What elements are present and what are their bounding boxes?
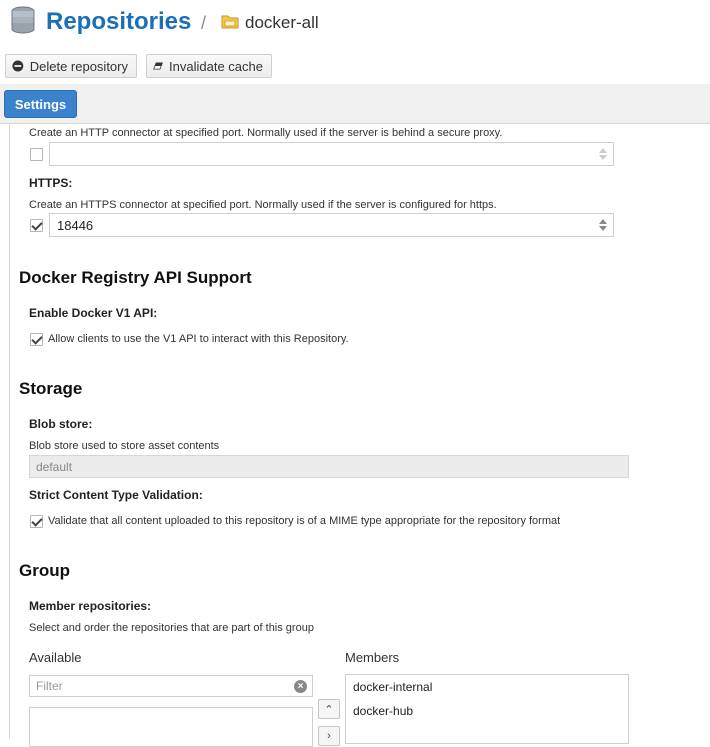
members-list[interactable]: docker-internal docker-hub bbox=[345, 674, 629, 744]
http-connector-checkbox[interactable] bbox=[30, 148, 43, 161]
move-right-button[interactable]: › bbox=[318, 726, 340, 746]
docker-v1-checkbox-label: Allow clients to use the V1 API to inter… bbox=[48, 333, 349, 345]
strict-validation-checkbox-label: Validate that all content uploaded to th… bbox=[48, 515, 561, 527]
https-port-value: 18446 bbox=[57, 217, 94, 233]
available-filter-input[interactable]: Filter × bbox=[29, 675, 313, 697]
chevron-up-icon: ⌃ bbox=[324, 703, 334, 716]
member-repositories-help: Select and order the repositories that a… bbox=[29, 622, 314, 634]
docker-v1-label: Enable Docker V1 API: bbox=[29, 306, 158, 320]
group-section-title: Group bbox=[19, 561, 70, 580]
repository-name: docker-all bbox=[245, 13, 319, 32]
breadcrumb-separator: / bbox=[201, 13, 207, 33]
panel-border bbox=[9, 124, 10, 739]
https-label: HTTPS: bbox=[29, 176, 73, 190]
http-connector-help: Create an HTTP connector at specified po… bbox=[29, 127, 503, 139]
list-item[interactable]: docker-hub bbox=[353, 704, 413, 718]
https-port-field[interactable]: 18446 bbox=[49, 213, 614, 237]
clear-icon[interactable]: × bbox=[294, 680, 307, 693]
docker-v1-checkbox[interactable] bbox=[30, 333, 43, 346]
folder-icon bbox=[221, 15, 239, 29]
blob-store-field: default bbox=[29, 455, 629, 478]
invalidate-cache-button[interactable]: Invalidate cache bbox=[146, 54, 272, 78]
minus-circle-icon bbox=[12, 60, 24, 72]
list-item[interactable]: docker-internal bbox=[353, 680, 432, 694]
eraser-icon bbox=[153, 62, 163, 70]
delete-repository-label: Delete repository bbox=[29, 58, 128, 74]
member-repositories-label: Member repositories: bbox=[29, 599, 152, 613]
database-icon bbox=[11, 6, 35, 34]
blob-store-help: Blob store used to store asset contents bbox=[29, 440, 220, 452]
delete-repository-button[interactable]: Delete repository bbox=[5, 54, 137, 78]
invalidate-cache-label: Invalidate cache bbox=[169, 58, 263, 74]
https-connector-help: Create an HTTPS connector at specified p… bbox=[29, 199, 497, 211]
strict-validation-checkbox[interactable] bbox=[30, 515, 43, 528]
blob-store-value: default bbox=[36, 459, 73, 474]
http-port-field[interactable] bbox=[49, 142, 614, 166]
docker-api-section-title: Docker Registry API Support bbox=[19, 268, 252, 287]
move-up-button[interactable]: ⌃ bbox=[318, 699, 340, 719]
chevron-right-icon: › bbox=[327, 730, 331, 742]
members-header: Members bbox=[345, 650, 400, 665]
https-port-spinner[interactable] bbox=[599, 217, 607, 233]
tab-strip bbox=[0, 84, 710, 124]
http-port-spinner[interactable] bbox=[599, 146, 607, 162]
https-connector-checkbox[interactable] bbox=[30, 219, 43, 232]
strict-validation-label: Strict Content Type Validation: bbox=[29, 488, 203, 502]
blob-store-label: Blob store: bbox=[29, 417, 93, 431]
tab-settings[interactable]: Settings bbox=[4, 90, 77, 118]
filter-placeholder: Filter bbox=[36, 679, 63, 693]
page-title[interactable]: Repositories bbox=[46, 6, 191, 38]
storage-section-title: Storage bbox=[19, 379, 83, 398]
available-header: Available bbox=[29, 650, 82, 665]
available-list[interactable] bbox=[29, 707, 313, 747]
